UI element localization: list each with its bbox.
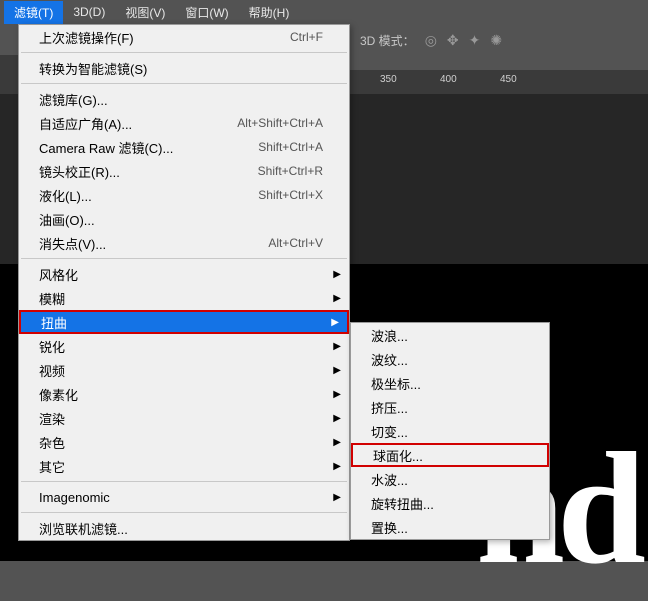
- chevron-right-icon: ▶: [333, 492, 341, 503]
- camera-icon[interactable]: ✺: [490, 32, 502, 49]
- chevron-right-icon: ▶: [333, 461, 341, 472]
- menu-item-last-filter[interactable]: 上次滤镜操作(F) Ctrl+F: [19, 25, 349, 49]
- chevron-right-icon: ▶: [333, 293, 341, 304]
- orbit-icon[interactable]: ◎: [425, 32, 437, 49]
- chevron-right-icon: ▶: [331, 317, 339, 328]
- menu-item-lens-correction[interactable]: 镜头校正(R)...Shift+Ctrl+R: [19, 159, 349, 183]
- distort-submenu: 波浪... 波纹... 极坐标... 挤压... 切变... 球面化... 水波…: [350, 322, 550, 540]
- submenu-item-displace[interactable]: 置换...: [351, 515, 549, 539]
- menu-item-pixelate[interactable]: 像素化▶: [19, 382, 349, 406]
- chevron-right-icon: ▶: [333, 437, 341, 448]
- menu-item-oil-paint[interactable]: 油画(O)...: [19, 207, 349, 231]
- chevron-right-icon: ▶: [333, 341, 341, 352]
- filter-menu: 上次滤镜操作(F) Ctrl+F 转换为智能滤镜(S) 滤镜库(G)... 自适…: [18, 24, 350, 541]
- submenu-item-shear[interactable]: 切变...: [351, 419, 549, 443]
- menubar-item-window[interactable]: 窗口(W): [175, 1, 238, 24]
- menu-item-distort[interactable]: 扭曲▶: [19, 310, 349, 334]
- menu-item-noise[interactable]: 杂色▶: [19, 430, 349, 454]
- menu-item-adaptive-wide[interactable]: 自适应广角(A)...Alt+Shift+Ctrl+A: [19, 111, 349, 135]
- menu-item-sharpen[interactable]: 锐化▶: [19, 334, 349, 358]
- menu-item-liquify[interactable]: 液化(L)...Shift+Ctrl+X: [19, 183, 349, 207]
- menu-item-stylize[interactable]: 风格化▶: [19, 262, 349, 286]
- menu-item-camera-raw[interactable]: Camera Raw 滤镜(C)...Shift+Ctrl+A: [19, 135, 349, 159]
- submenu-item-polar[interactable]: 极坐标...: [351, 371, 549, 395]
- menu-item-video[interactable]: 视频▶: [19, 358, 349, 382]
- menu-item-blur[interactable]: 模糊▶: [19, 286, 349, 310]
- menu-separator: [21, 258, 347, 259]
- menu-item-convert-smart[interactable]: 转换为智能滤镜(S): [19, 56, 349, 80]
- submenu-item-pinch[interactable]: 挤压...: [351, 395, 549, 419]
- chevron-right-icon: ▶: [333, 269, 341, 280]
- menu-item-vanishing-point[interactable]: 消失点(V)...Alt+Ctrl+V: [19, 231, 349, 255]
- menu-item-imagenomic[interactable]: Imagenomic▶: [19, 485, 349, 509]
- submenu-item-ripple[interactable]: 波纹...: [351, 347, 549, 371]
- menu-item-render[interactable]: 渲染▶: [19, 406, 349, 430]
- chevron-right-icon: ▶: [333, 413, 341, 424]
- menubar: 滤镜(T) 3D(D) 视图(V) 窗口(W) 帮助(H): [0, 0, 648, 24]
- menu-separator: [21, 52, 347, 53]
- mode-label: 3D 模式：: [360, 32, 415, 49]
- pan-icon[interactable]: ✥: [447, 32, 459, 49]
- menu-separator: [21, 481, 347, 482]
- menu-item-filter-gallery[interactable]: 滤镜库(G)...: [19, 87, 349, 111]
- menu-separator: [21, 512, 347, 513]
- submenu-item-wave[interactable]: 波浪...: [351, 323, 549, 347]
- menubar-item-help[interactable]: 帮助(H): [239, 1, 300, 24]
- menubar-item-view[interactable]: 视图(V): [115, 1, 175, 24]
- ruler-mark: 350: [380, 74, 397, 85]
- menubar-item-3d[interactable]: 3D(D): [63, 2, 115, 22]
- menubar-item-filter[interactable]: 滤镜(T): [4, 1, 63, 24]
- chevron-right-icon: ▶: [333, 365, 341, 376]
- ruler-mark: 400: [440, 74, 457, 85]
- ruler-mark: 450: [500, 74, 517, 85]
- menu-separator: [21, 83, 347, 84]
- submenu-item-zigzag[interactable]: 水波...: [351, 467, 549, 491]
- move-icon[interactable]: ✦: [469, 32, 481, 49]
- menu-item-other[interactable]: 其它▶: [19, 454, 349, 478]
- chevron-right-icon: ▶: [333, 389, 341, 400]
- menu-item-browse-online[interactable]: 浏览联机滤镜...: [19, 516, 349, 540]
- submenu-item-spherize[interactable]: 球面化...: [351, 443, 549, 467]
- submenu-item-twirl[interactable]: 旋转扭曲...: [351, 491, 549, 515]
